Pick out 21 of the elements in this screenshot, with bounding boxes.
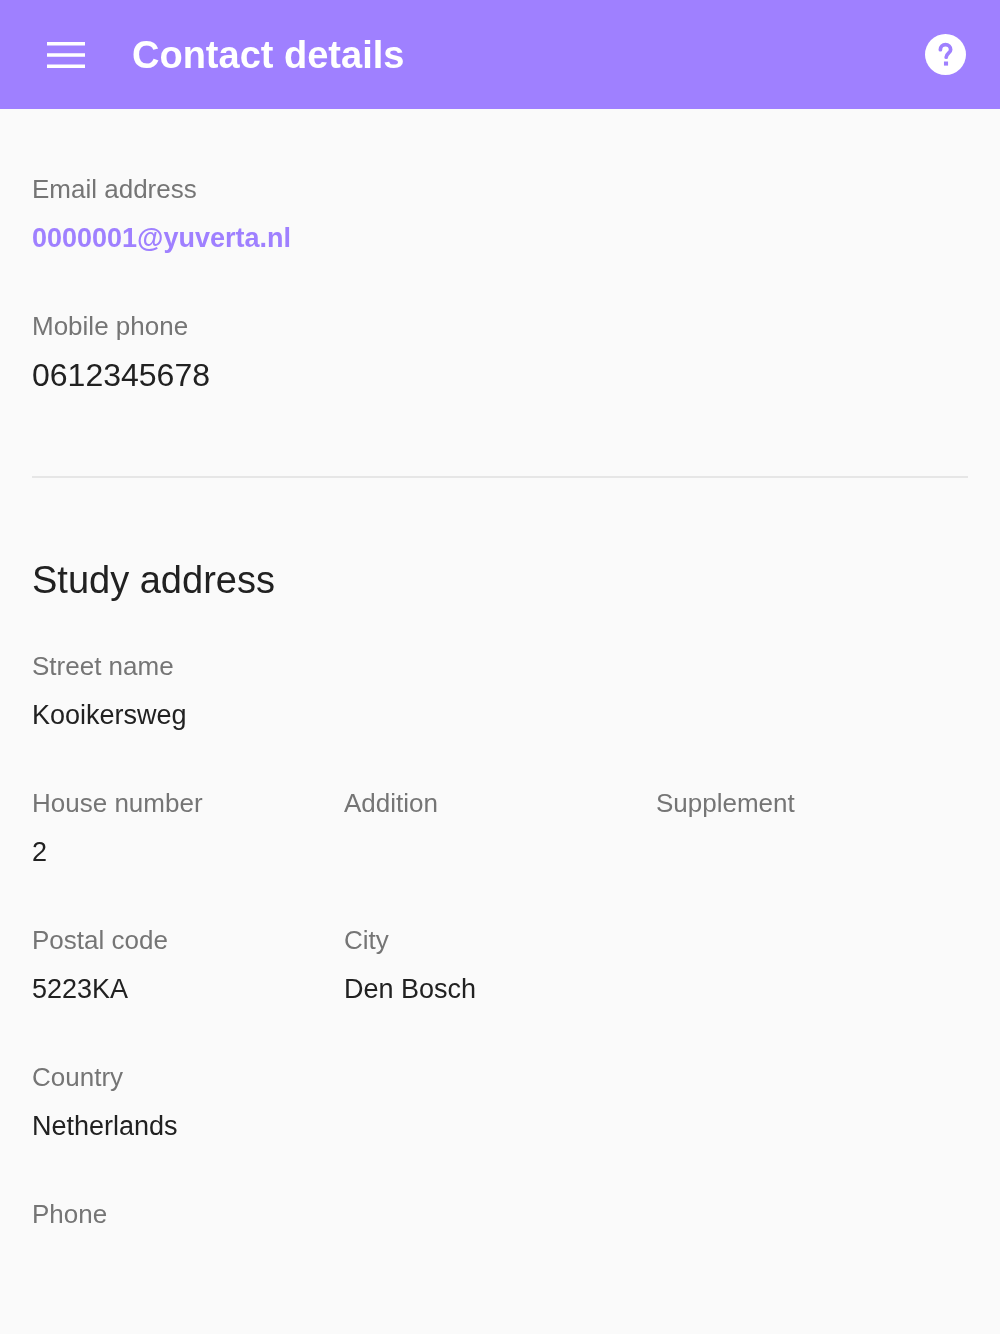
field-label: Supplement [656, 787, 795, 820]
field-label: Postal code [32, 924, 168, 957]
field-label: Phone [32, 1198, 108, 1231]
field-value: Den Bosch [344, 973, 477, 1006]
field-value: 2 [32, 836, 48, 869]
email-link[interactable]: 0000001@yuverta.nl [32, 218, 291, 258]
field-value: Netherlands [32, 1110, 178, 1143]
section-heading: Study address [32, 558, 276, 603]
field-label: Mobile phone [32, 310, 189, 343]
field-label: Addition [344, 787, 438, 820]
field-label: Email address [32, 173, 197, 206]
field-value: 5223KA [32, 973, 129, 1006]
help-icon[interactable] [925, 34, 966, 75]
field-label: Street name [32, 650, 174, 683]
field-label: City [344, 924, 389, 957]
page-title: Contact details [132, 32, 405, 78]
field-value: 0612345678 [32, 356, 210, 395]
field-label: House number [32, 787, 203, 820]
menu-icon[interactable] [47, 41, 85, 68]
field-value: Kooikersweg [32, 699, 187, 732]
field-label: Country [32, 1061, 124, 1094]
